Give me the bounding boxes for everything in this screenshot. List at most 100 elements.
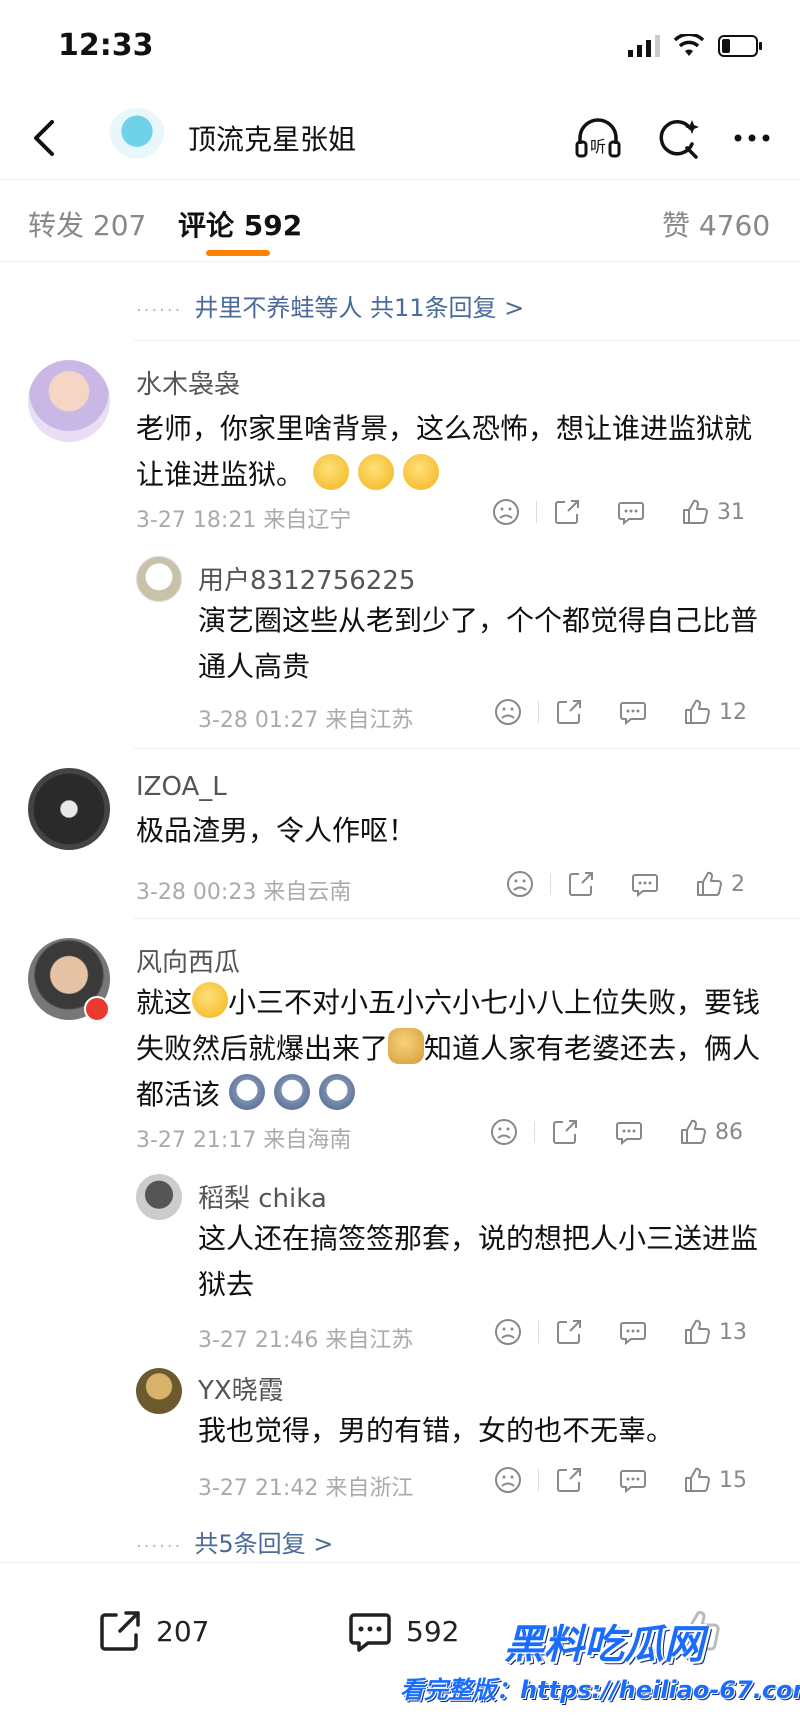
expand-replies-text: 共5条回复 > xyxy=(194,1530,334,1558)
reply-icon[interactable] xyxy=(615,1118,643,1146)
reply-icon[interactable] xyxy=(631,870,659,898)
share-icon[interactable] xyxy=(555,1318,583,1346)
scared-emoji-icon xyxy=(273,1074,310,1110)
comment-meta: 3-27 21:46 来自江苏 xyxy=(198,1328,414,1353)
tab-comment-label: 评论 xyxy=(178,209,235,242)
like-icon[interactable] xyxy=(681,498,709,526)
comment-text: 就这 小三不对小五小六小七小八上位失败，要钱失败然后就爆出来了 知道人家有老婆还去，… xyxy=(136,980,776,1118)
avatar[interactable] xyxy=(28,360,110,442)
tab-like[interactable]: 赞 4760 xyxy=(662,204,770,244)
like-count: 2 xyxy=(731,871,745,897)
dislike-icon[interactable] xyxy=(494,1466,522,1494)
comment-author[interactable]: 水木袅袅 xyxy=(136,364,240,401)
reply-icon[interactable] xyxy=(617,498,645,526)
repost-icon xyxy=(100,1611,140,1651)
reply-icon[interactable] xyxy=(619,1318,647,1346)
like-icon[interactable] xyxy=(683,1466,711,1494)
comment-meta: 3-27 21:42 来自浙江 xyxy=(198,1476,414,1501)
avatar[interactable] xyxy=(136,1174,182,1220)
comment-body-1: 就这 xyxy=(136,986,193,1019)
share-icon[interactable] xyxy=(555,698,583,726)
comment-actions: 2 xyxy=(506,870,745,898)
comment-meta: 3-28 00:23 来自云南 xyxy=(136,880,352,905)
tab-active-indicator xyxy=(206,250,270,256)
dislike-icon[interactable] xyxy=(492,498,520,526)
like-icon[interactable] xyxy=(695,870,723,898)
verified-badge xyxy=(84,996,110,1022)
comment-text: 老师，你家里啥背景，这么恐怖，想让谁进监狱就让谁进监狱。 xyxy=(136,406,776,498)
divider xyxy=(134,340,800,341)
comment-text: 我也觉得，男的有错，女的也不无辜。 xyxy=(198,1414,675,1447)
listen-label: 听 xyxy=(590,137,606,156)
listen-icon[interactable]: 听 xyxy=(574,114,622,162)
divider xyxy=(134,748,800,749)
tab-repost-count: 207 xyxy=(92,209,147,242)
like-icon[interactable] xyxy=(683,1318,711,1346)
comment-text: 演艺圈这些从老到少了，个个都觉得自己比普通人高贵 xyxy=(198,604,759,683)
comment-actions: 86 xyxy=(490,1118,743,1146)
reply-icon[interactable] xyxy=(619,698,647,726)
more-icon[interactable] xyxy=(728,114,776,162)
ellipsis-icon: ······ xyxy=(136,1536,183,1557)
avatar[interactable] xyxy=(28,768,110,850)
emoji-icon xyxy=(402,454,439,490)
watermark: 黑料吃瓜网 看完整版：https://heiliao-67.com xyxy=(400,1612,800,1722)
reply-icon[interactable] xyxy=(619,1466,647,1494)
watermark-title: 黑料吃瓜网 xyxy=(504,1622,704,1668)
emoji-icon xyxy=(312,454,349,490)
like-count: 12 xyxy=(719,699,747,725)
dislike-icon[interactable] xyxy=(494,1318,522,1346)
comment-author[interactable]: 风向西瓜 xyxy=(136,942,240,979)
status-icons xyxy=(628,34,764,58)
comment-author[interactable]: 稻梨 chika xyxy=(198,1178,327,1215)
doge-emoji-icon xyxy=(388,1028,425,1064)
expand-replies-link[interactable]: ······ 井里不养蛙等人 共11条回复 > xyxy=(136,288,524,323)
repost-count: 207 xyxy=(156,1614,210,1648)
back-icon[interactable] xyxy=(22,114,66,162)
avatar[interactable] xyxy=(136,556,182,602)
dislike-icon[interactable] xyxy=(494,698,522,726)
signal-icon xyxy=(628,35,660,57)
like-count: 86 xyxy=(715,1119,743,1145)
comment-meta: 3-27 18:21 来自辽宁 xyxy=(136,508,352,533)
share-icon[interactable] xyxy=(553,498,581,526)
comment-icon xyxy=(349,1613,391,1652)
comment-meta: 3-28 01:27 来自江苏 xyxy=(198,708,414,733)
comment-meta: 3-27 21:17 来自海南 xyxy=(136,1128,352,1153)
avatar[interactable] xyxy=(136,1368,182,1414)
comment-actions: 13 xyxy=(494,1318,747,1346)
comment-author[interactable]: IZOA_L xyxy=(136,772,227,802)
status-time: 12:33 xyxy=(58,28,154,63)
like-count: 31 xyxy=(717,499,745,525)
comment-text: 这人还在搞签签那套，说的想把人小三送进监狱去 xyxy=(198,1222,759,1301)
tab-comment[interactable]: 评论 592 xyxy=(178,204,302,244)
comment-text: 极品渣男，令人作呕！ xyxy=(136,814,417,847)
wifi-icon xyxy=(674,34,704,56)
tab-repost-label: 转发 xyxy=(28,209,85,242)
dislike-icon[interactable] xyxy=(490,1118,518,1146)
status-bar: 12:33 xyxy=(0,0,800,96)
expand-replies-text: 井里不养蛙等人 共11条回复 > xyxy=(194,294,525,322)
repost-button[interactable]: 207 xyxy=(96,1607,209,1655)
watermark-url: 看完整版：https://heiliao-67.com xyxy=(400,1676,800,1704)
comment-actions: 31 xyxy=(492,498,745,526)
expand-replies-link[interactable]: ······ 共5条回复 > xyxy=(136,1524,333,1559)
share-icon[interactable] xyxy=(555,1466,583,1494)
tab-bar: 转发 207 评论 592 赞 4760 xyxy=(0,180,800,262)
tab-comment-count: 592 xyxy=(243,209,303,242)
dislike-icon[interactable] xyxy=(506,870,534,898)
like-icon[interactable] xyxy=(683,698,711,726)
share-icon[interactable] xyxy=(551,1118,579,1146)
like-count: 15 xyxy=(719,1467,747,1493)
account-name[interactable]: 顶流克星张姐 xyxy=(188,118,356,158)
scared-emoji-icon xyxy=(228,1074,265,1110)
comment-actions: 15 xyxy=(494,1466,747,1494)
like-icon[interactable] xyxy=(679,1118,707,1146)
comment-author[interactable]: 用户8312756225 xyxy=(198,560,415,597)
comment-author[interactable]: YX晓霞 xyxy=(198,1370,284,1407)
tab-repost[interactable]: 转发 207 xyxy=(28,204,146,244)
account-avatar[interactable] xyxy=(108,108,166,166)
share-icon[interactable] xyxy=(567,870,595,898)
search-icon[interactable] xyxy=(654,114,702,162)
divider xyxy=(134,918,800,919)
